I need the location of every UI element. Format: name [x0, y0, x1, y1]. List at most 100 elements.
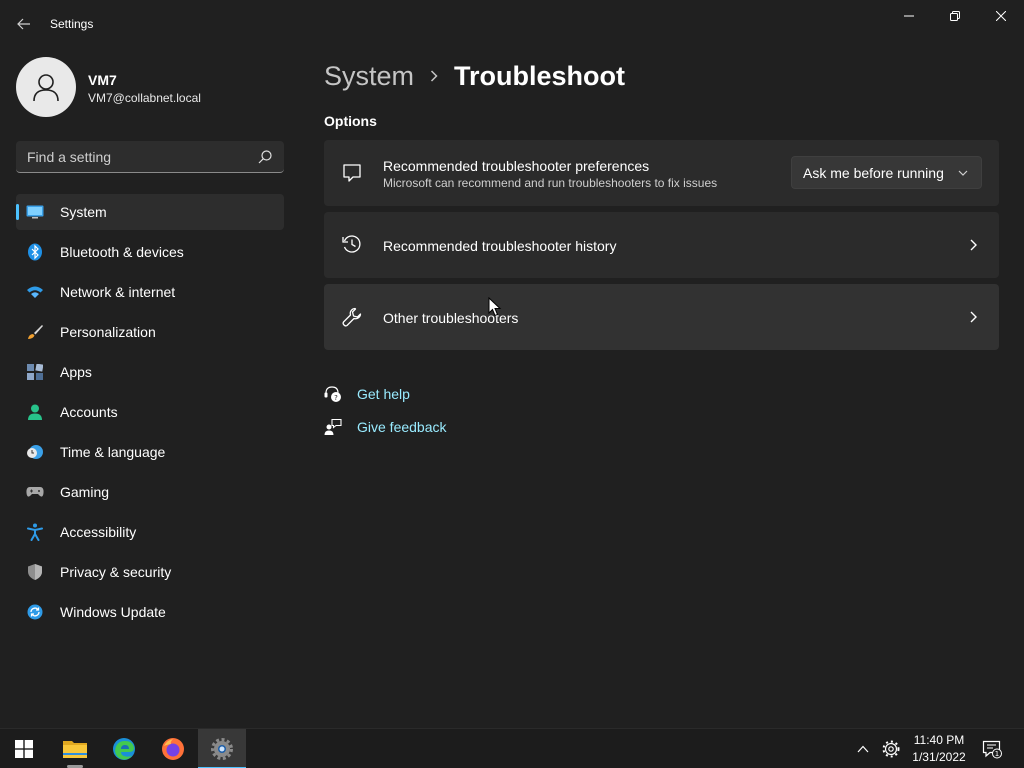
- sidebar-item-windows-update[interactable]: Windows Update: [16, 594, 284, 630]
- clock[interactable]: 11:40 PM 1/31/2022: [907, 732, 971, 766]
- sidebar-item-label: System: [60, 204, 107, 220]
- sidebar-item-label: Network & internet: [60, 284, 176, 300]
- mouse-cursor-icon: [488, 297, 502, 317]
- apps-icon: [26, 364, 44, 380]
- sidebar-item-label: Bluetooth & devices: [60, 244, 184, 260]
- sidebar-nav: System Bluetooth & devices Network & int…: [16, 194, 284, 634]
- clock-date: 1/31/2022: [912, 750, 966, 764]
- card-title: Recommended troubleshooter preferences: [383, 158, 650, 174]
- system-icon: [26, 204, 44, 220]
- feedback-icon: [324, 418, 342, 435]
- breadcrumb-parent[interactable]: System: [324, 61, 414, 92]
- page-title: Troubleshoot: [454, 60, 626, 91]
- restore-button[interactable]: [932, 0, 978, 32]
- sidebar-item-label: Gaming: [60, 484, 110, 500]
- update-icon: [26, 604, 44, 620]
- history-icon: [342, 235, 361, 253]
- chevron-down-icon: [958, 170, 968, 176]
- sidebar-item-label: Windows Update: [60, 604, 166, 620]
- sidebar-item-label: Personalization: [60, 324, 156, 340]
- person-icon: [26, 404, 44, 420]
- sidebar-item-accounts[interactable]: Accounts: [16, 394, 284, 430]
- person-avatar-icon: [33, 74, 59, 102]
- back-arrow-icon: [17, 18, 30, 30]
- notification-count: 1: [995, 750, 999, 758]
- sidebar-item-apps[interactable]: Apps: [16, 354, 284, 390]
- tray-settings-button[interactable]: [881, 739, 901, 759]
- troubleshooter-preference-dropdown[interactable]: Ask me before running: [791, 156, 982, 189]
- sidebar-item-system[interactable]: System: [16, 194, 284, 230]
- start-button[interactable]: [0, 729, 48, 768]
- sidebar-item-label: Time & language: [60, 444, 166, 460]
- troubleshooter-preferences-card: Recommended troubleshooter preferences M…: [324, 140, 999, 206]
- chevron-right-icon: [970, 239, 977, 251]
- sidebar-item-time-language[interactable]: Time & language: [16, 434, 284, 470]
- sidebar-item-label: Privacy & security: [60, 564, 172, 580]
- chevron-right-icon: [430, 70, 438, 82]
- edge-icon: [113, 738, 135, 760]
- get-help-label[interactable]: Get help: [357, 386, 410, 402]
- shield-icon: [26, 564, 44, 580]
- give-feedback-label[interactable]: Give feedback: [357, 419, 447, 435]
- help-icon: ?: [324, 386, 341, 402]
- file-explorer-taskbar-button[interactable]: [51, 729, 99, 768]
- minimize-icon: [904, 15, 914, 17]
- title-bar: Settings: [0, 0, 1024, 48]
- notification-icon: 1: [982, 740, 1002, 759]
- restore-icon: [950, 11, 960, 21]
- sidebar-item-gaming[interactable]: Gaming: [16, 474, 284, 510]
- account-name: VM7: [88, 72, 117, 88]
- search-input[interactable]: [16, 141, 252, 172]
- app-title: Settings: [50, 17, 94, 31]
- sidebar-item-label: Accessibility: [60, 524, 137, 540]
- give-feedback-link[interactable]: Give feedback: [324, 417, 447, 437]
- start-icon: [15, 740, 33, 758]
- card-title: Recommended troubleshooter history: [383, 238, 617, 254]
- taskbar: 11:40 PM 1/31/2022 1: [0, 728, 1024, 768]
- sidebar-item-network[interactable]: Network & internet: [16, 274, 284, 310]
- troubleshooter-history-card[interactable]: Recommended troubleshooter history: [324, 212, 999, 278]
- dropdown-value: Ask me before running: [803, 165, 944, 181]
- section-title: Options: [324, 113, 377, 129]
- sidebar-item-bluetooth[interactable]: Bluetooth & devices: [16, 234, 284, 270]
- clock-globe-icon: [26, 444, 44, 460]
- chat-bubble-icon: [343, 164, 361, 182]
- get-help-link[interactable]: ? Get help: [324, 384, 410, 404]
- settings-icon: [211, 738, 233, 760]
- file-explorer-icon: [63, 741, 87, 758]
- settings-taskbar-button[interactable]: [198, 729, 246, 768]
- notifications-button[interactable]: 1: [982, 739, 1002, 759]
- card-subtitle: Microsoft can recommend and run troubles…: [383, 176, 718, 190]
- close-icon: [996, 11, 1006, 21]
- selection-indicator: [16, 204, 19, 220]
- minimize-button[interactable]: [886, 0, 932, 32]
- sidebar-item-accessibility[interactable]: Accessibility: [16, 514, 284, 550]
- sidebar-item-personalization[interactable]: Personalization: [16, 314, 284, 350]
- brush-icon: [26, 324, 44, 340]
- sidebar-item-label: Accounts: [60, 404, 118, 420]
- search-icon[interactable]: [256, 148, 274, 166]
- breadcrumb: System Troubleshoot: [324, 58, 625, 94]
- back-button[interactable]: [10, 10, 38, 38]
- avatar[interactable]: [16, 57, 76, 117]
- svg-text:?: ?: [334, 394, 338, 402]
- search-box[interactable]: [16, 141, 284, 173]
- wrench-icon: [342, 307, 362, 327]
- firefox-icon: [162, 738, 184, 760]
- edge-taskbar-button[interactable]: [100, 729, 148, 768]
- clock-time: 11:40 PM: [913, 733, 965, 747]
- account-email: VM7@collabnet.local: [88, 91, 201, 105]
- sidebar-item-privacy-security[interactable]: Privacy & security: [16, 554, 284, 590]
- gear-icon: [882, 740, 900, 758]
- gamepad-icon: [26, 484, 44, 500]
- firefox-taskbar-button[interactable]: [149, 729, 197, 768]
- chevron-up-icon: [857, 745, 869, 753]
- chevron-right-icon: [970, 311, 977, 323]
- wifi-icon: [26, 284, 44, 300]
- bluetooth-icon: [26, 243, 44, 261]
- other-troubleshooters-card[interactable]: Other troubleshooters: [324, 284, 999, 350]
- show-hidden-icons-button[interactable]: [853, 739, 873, 759]
- accessibility-icon: [26, 523, 44, 541]
- sidebar-item-label: Apps: [60, 364, 92, 380]
- close-button[interactable]: [978, 0, 1024, 32]
